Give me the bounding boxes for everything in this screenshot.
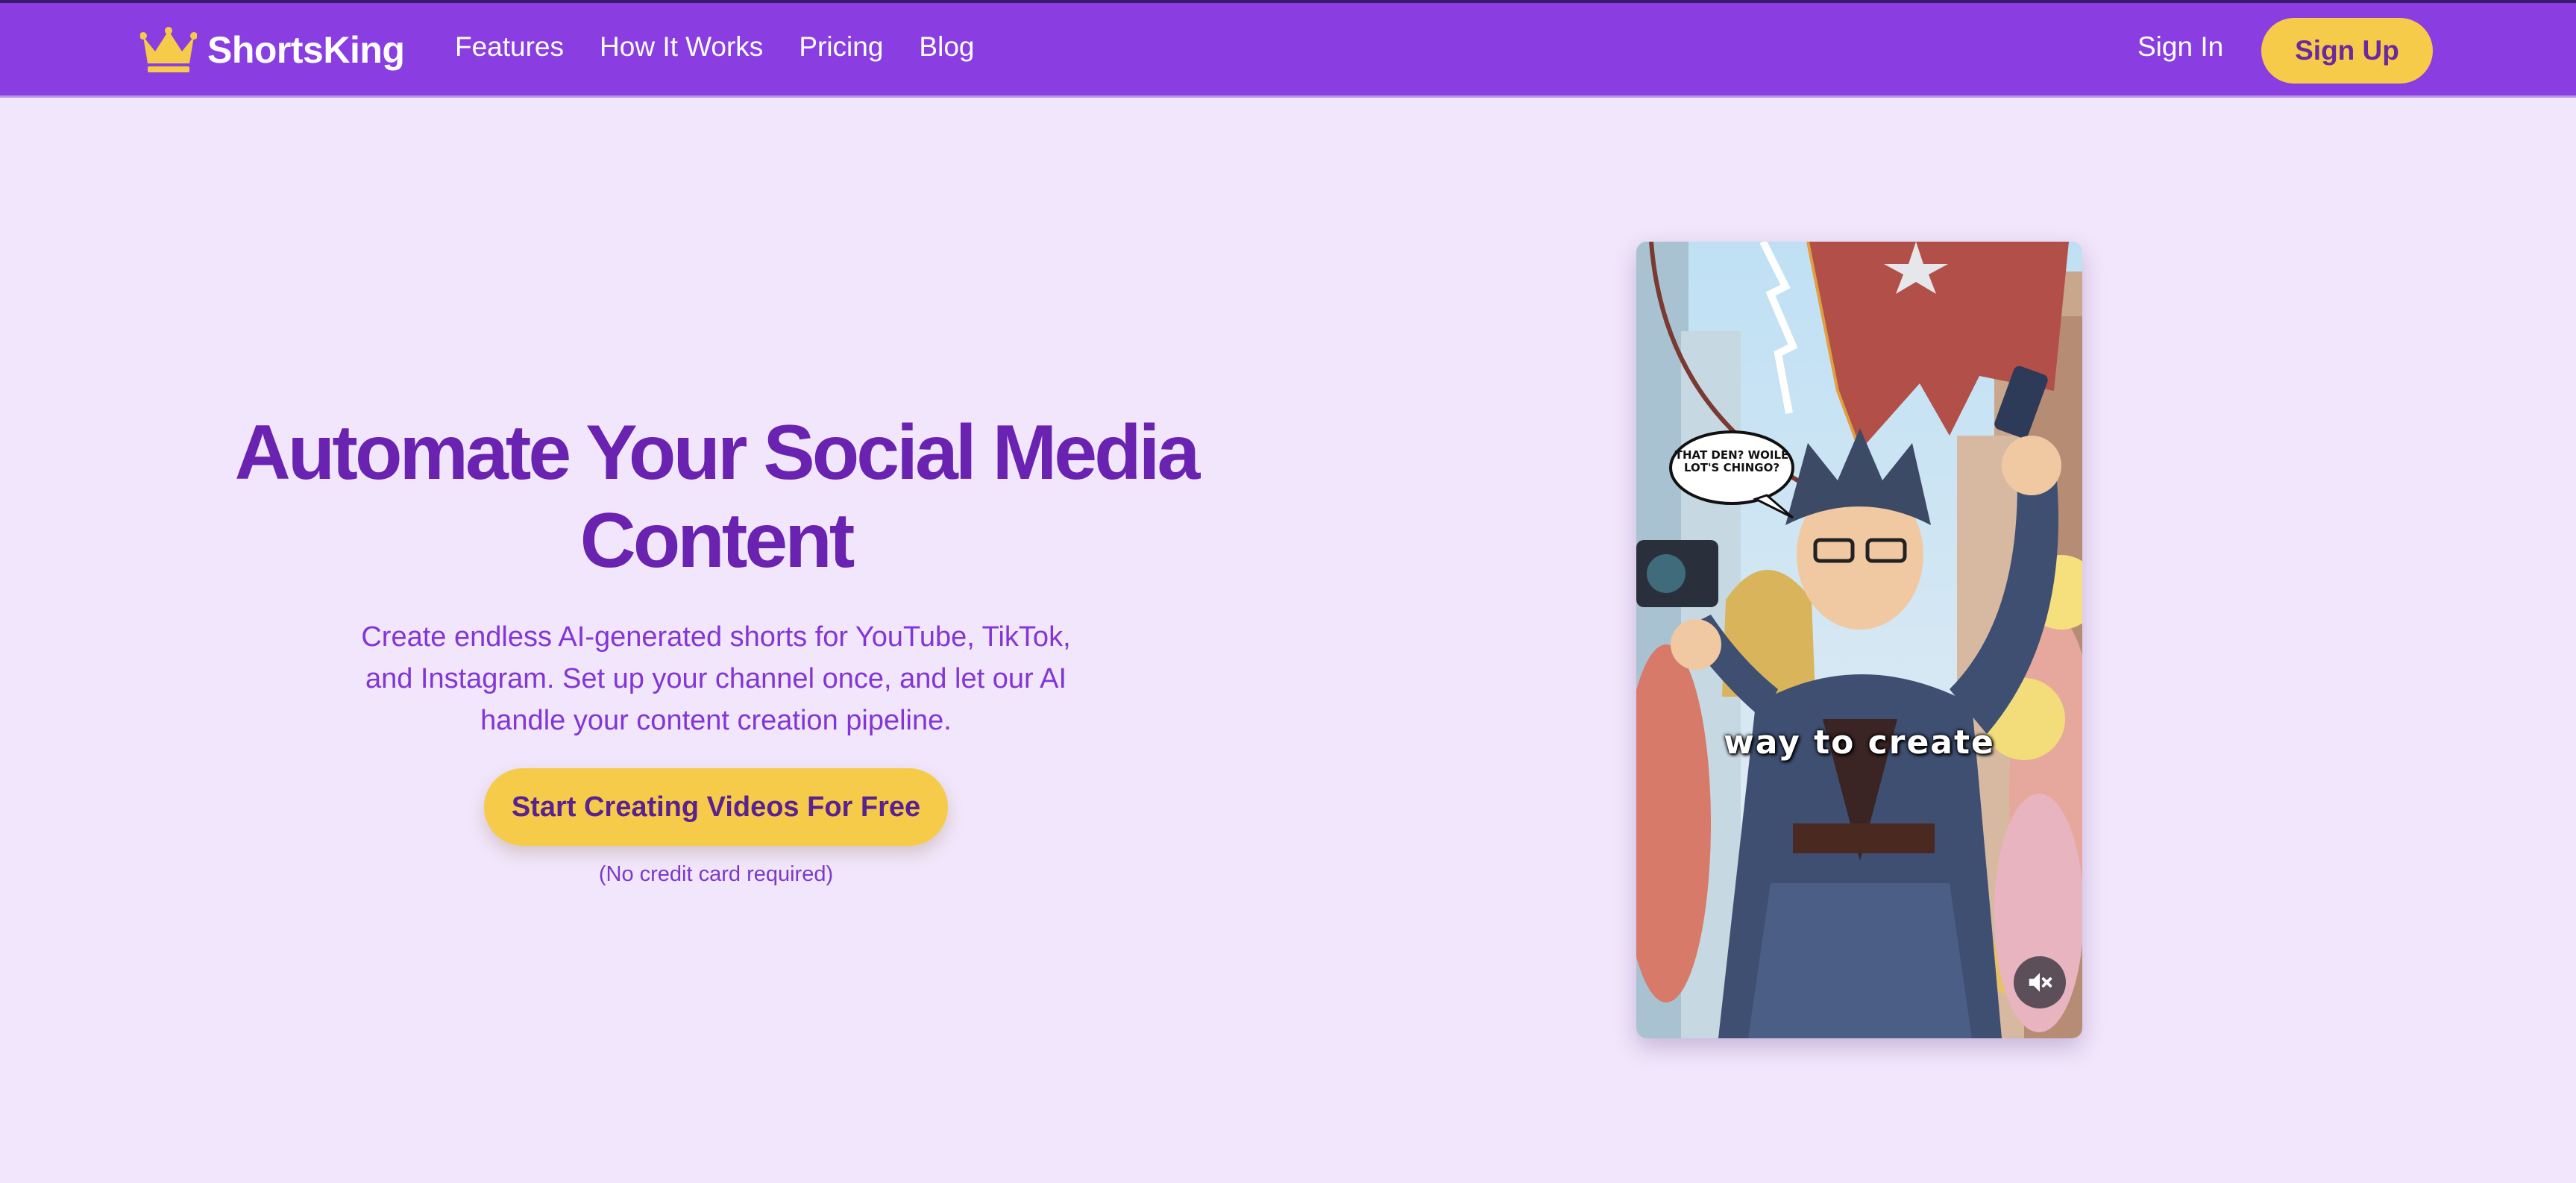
brand-name: ShortsKing bbox=[207, 29, 405, 71]
mute-toggle-button[interactable] bbox=[2014, 956, 2066, 1008]
nav-link-features[interactable]: Features bbox=[455, 31, 564, 63]
hero-title: Automate Your Social Media Content bbox=[234, 410, 1201, 584]
nav-link-pricing[interactable]: Pricing bbox=[799, 31, 883, 63]
nav-link-blog[interactable]: Blog bbox=[919, 31, 974, 63]
sign-in-link[interactable]: Sign In bbox=[2137, 31, 2223, 63]
demo-video-player[interactable]: THAT DEN? WOILE LOT'S CHINGO? way to cre… bbox=[1636, 242, 2082, 1038]
speech-bubble-text: THAT DEN? WOILE LOT'S CHINGO? bbox=[1674, 448, 1789, 474]
brand-logo-link[interactable]: ShortsKing bbox=[140, 24, 405, 76]
start-creating-button[interactable]: Start Creating Videos For Free bbox=[484, 768, 948, 846]
hero-section: Automate Your Social Media Content Creat… bbox=[224, 409, 1208, 887]
video-caption: way to create bbox=[1724, 724, 1995, 762]
nav-links: Features How It Works Pricing Blog bbox=[455, 31, 974, 63]
crown-icon bbox=[140, 27, 197, 72]
navbar: ShortsKing Features How It Works Pricing… bbox=[0, 3, 2576, 98]
video-frame-illustration bbox=[1636, 242, 2082, 1038]
nav-link-how-it-works[interactable]: How It Works bbox=[600, 31, 763, 63]
hero-description: Create endless AI-generated shorts for Y… bbox=[361, 621, 1071, 736]
sign-up-button[interactable]: Sign Up bbox=[2261, 18, 2433, 84]
volume-mute-icon bbox=[2029, 973, 2052, 992]
no-credit-card-note: (No credit card required) bbox=[598, 862, 834, 886]
